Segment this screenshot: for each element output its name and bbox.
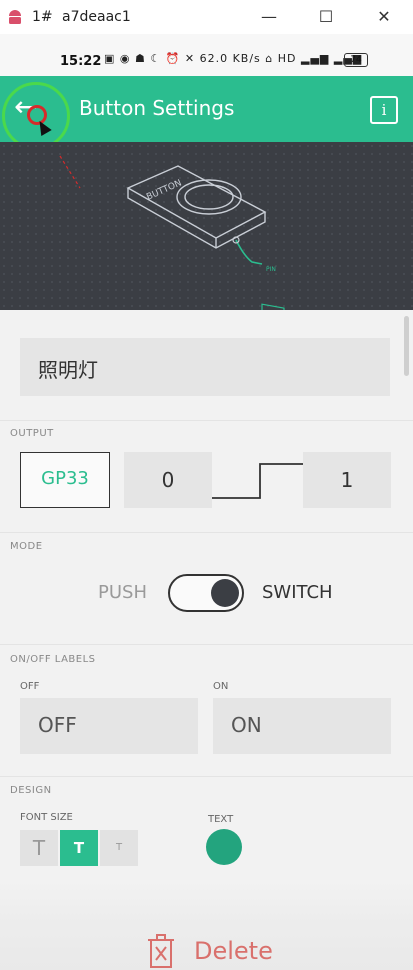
mode-section-label: MODE <box>10 541 43 552</box>
minimize-button[interactable]: — <box>255 6 283 28</box>
info-icon[interactable]: i <box>370 96 398 124</box>
divider <box>0 420 413 421</box>
maximize-button[interactable]: ☐ <box>312 6 340 28</box>
phone-status-bar: 15:22 ▣ ◉ ☗ ☾ ⏰ ✕ 62.0 KB/s ⌂ HD ▂▄▆ ▂▄▆… <box>0 34 413 76</box>
mode-toggle-switch[interactable] <box>168 574 244 612</box>
status-icons: ▣ ◉ ☗ ☾ ⏰ ✕ 62.0 KB/s ⌂ HD ▂▄▆ ▂▄▆ <box>104 52 363 65</box>
push-mode-label[interactable]: PUSH <box>98 582 147 603</box>
delete-label: Delete <box>194 937 273 965</box>
text-color-label: TEXT <box>208 814 234 825</box>
page-title: Button Settings <box>79 96 235 120</box>
window-title-bar: 1# a7deaac1 — ☐ ✕ <box>0 0 413 35</box>
android-app-icon <box>9 10 21 24</box>
widget-name-field[interactable]: 照明灯 <box>20 338 390 396</box>
font-size-small-button[interactable]: T <box>100 830 138 866</box>
widget-illustration: BUTTON PIN <box>0 142 413 323</box>
pin-select[interactable]: GP33 <box>20 452 110 508</box>
off-label-value: OFF <box>38 713 77 737</box>
status-time: 15:22 <box>60 54 102 69</box>
toggle-knob <box>211 579 239 607</box>
pulse-diagram <box>212 463 304 499</box>
off-label-field[interactable]: OFF <box>20 698 198 754</box>
app-header: ← Button Settings i <box>0 76 413 150</box>
on-label-field[interactable]: ON <box>213 698 391 754</box>
pin-label: PIN <box>266 266 276 273</box>
font-size-label: FONT SIZE <box>20 812 73 823</box>
off-caption: OFF <box>20 681 40 692</box>
close-button[interactable]: ✕ <box>370 6 398 28</box>
switch-mode-label[interactable]: SWITCH <box>262 582 333 603</box>
high-value-field[interactable]: 1 <box>303 452 391 508</box>
on-label-value: ON <box>231 713 262 737</box>
font-size-large-button[interactable]: T <box>20 830 58 866</box>
trash-icon <box>148 934 174 968</box>
on-caption: ON <box>213 681 229 692</box>
onoff-labels-section-label: ON/OFF LABELS <box>10 654 96 665</box>
divider <box>0 644 413 645</box>
divider <box>0 532 413 533</box>
battery-indicator: 74 <box>344 53 368 67</box>
device-id: a7deaac1 <box>62 9 131 25</box>
text-color-swatch[interactable] <box>206 829 242 865</box>
font-size-medium-button[interactable]: T <box>60 830 98 866</box>
widget-name-value: 照明灯 <box>38 358 98 382</box>
settings-panel <box>0 310 413 970</box>
scrollbar[interactable] <box>404 316 409 376</box>
button-device-drawing: BUTTON PIN <box>59 155 285 323</box>
output-section-label: OUTPUT <box>10 428 54 439</box>
window-tab-label: 1# <box>32 9 53 25</box>
divider <box>0 776 413 777</box>
design-section-label: DESIGN <box>10 785 52 796</box>
low-value-field[interactable]: 0 <box>124 452 212 508</box>
